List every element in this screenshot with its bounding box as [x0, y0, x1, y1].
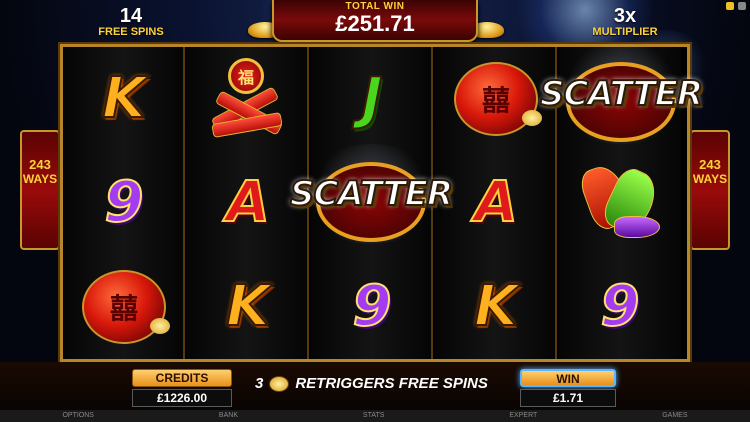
- retrigger-text: RETRIGGERS FREE SPINS: [295, 375, 488, 392]
- symbol-cell: 福: [187, 47, 309, 151]
- ways-label: WAYS: [22, 172, 58, 186]
- multiplier-value: 3x: [613, 5, 637, 27]
- symbol-9: 9: [104, 170, 145, 235]
- symbol-cell: J: [311, 47, 433, 151]
- total-win-value: £251.71: [335, 11, 415, 36]
- menu-bank[interactable]: BANK: [219, 410, 238, 422]
- symbol-cell: 9: [559, 255, 681, 359]
- symbol-k: K: [225, 274, 270, 339]
- retrigger-message: 3 RETRIGGERS FREE SPINS: [255, 375, 505, 392]
- symbol-cell: K: [63, 47, 185, 151]
- status-icons: [726, 2, 746, 10]
- credits-value: £1226.00: [132, 389, 232, 407]
- rocket-symbol: [576, 160, 664, 246]
- reel-1: K 9 囍: [63, 47, 185, 359]
- menu-games[interactable]: GAMES: [662, 410, 687, 422]
- symbol-k: K: [101, 66, 146, 131]
- symbol-9: 9: [600, 274, 641, 339]
- win-value: £1.71: [520, 389, 616, 407]
- sound-icon[interactable]: [726, 2, 734, 10]
- symbol-k: K: [473, 274, 518, 339]
- symbol-cell: A: [435, 151, 557, 255]
- fortune-medal-icon: 福: [228, 58, 264, 94]
- symbol-cell: K: [187, 255, 309, 359]
- free-spins-counter: 14 FREE SPINS: [86, 6, 176, 38]
- menu-expert[interactable]: EXPERT: [509, 410, 537, 422]
- scatter-symbol: SCATTER: [289, 144, 454, 244]
- menu-stats[interactable]: STATS: [363, 410, 385, 422]
- ways-label: WAYS: [692, 172, 728, 186]
- free-spins-count: 14: [119, 5, 143, 27]
- scatter-symbol: SCATTER: [539, 44, 704, 144]
- symbol-cell: K: [435, 255, 557, 359]
- symbol-a: A: [473, 170, 518, 235]
- scatter-text: SCATTER: [289, 173, 454, 215]
- firecrackers-symbol: 福: [202, 56, 294, 142]
- settings-icon[interactable]: [738, 2, 746, 10]
- coin-icon: [269, 375, 290, 392]
- ways-count: 243: [699, 157, 721, 172]
- multiplier-counter: 3x MULTIPLIER: [570, 6, 680, 38]
- ways-banner-left: 243 WAYS: [20, 130, 60, 250]
- win-box: WIN £1.71: [520, 369, 616, 407]
- symbol-cell: 囍: [435, 47, 557, 151]
- menu-options[interactable]: OPTIONS: [62, 410, 94, 422]
- credits-button[interactable]: CREDITS: [132, 369, 232, 387]
- reel-4: 囍 A K: [435, 47, 557, 359]
- lantern-symbol: 囍: [454, 62, 542, 136]
- symbol-cell: 9: [63, 151, 185, 255]
- symbol-j: J: [361, 66, 384, 131]
- bottom-menu: OPTIONS BANK STATS EXPERT GAMES: [0, 410, 750, 422]
- symbol-a: A: [225, 170, 270, 235]
- symbol-cell: [559, 151, 681, 255]
- win-label: WIN: [520, 369, 616, 387]
- lantern-glyph: 囍: [109, 292, 138, 325]
- lantern-symbol: 囍: [82, 270, 170, 344]
- symbol-cell: 囍: [63, 255, 185, 359]
- lantern-glyph: 囍: [481, 84, 510, 117]
- ways-count: 243: [29, 157, 51, 172]
- multiplier-label: MULTIPLIER: [592, 26, 658, 38]
- symbol-cell: 9: [311, 255, 433, 359]
- retrigger-count: 3: [255, 375, 264, 392]
- credits-box: CREDITS £1226.00: [132, 369, 232, 407]
- ways-banner-right: 243 WAYS: [690, 130, 730, 250]
- symbol-9: 9: [352, 274, 393, 339]
- scatter-text: SCATTER: [539, 73, 704, 115]
- free-spins-label: FREE SPINS: [98, 26, 164, 38]
- total-win-plaque: TOTAL WIN £251.71: [272, 0, 478, 42]
